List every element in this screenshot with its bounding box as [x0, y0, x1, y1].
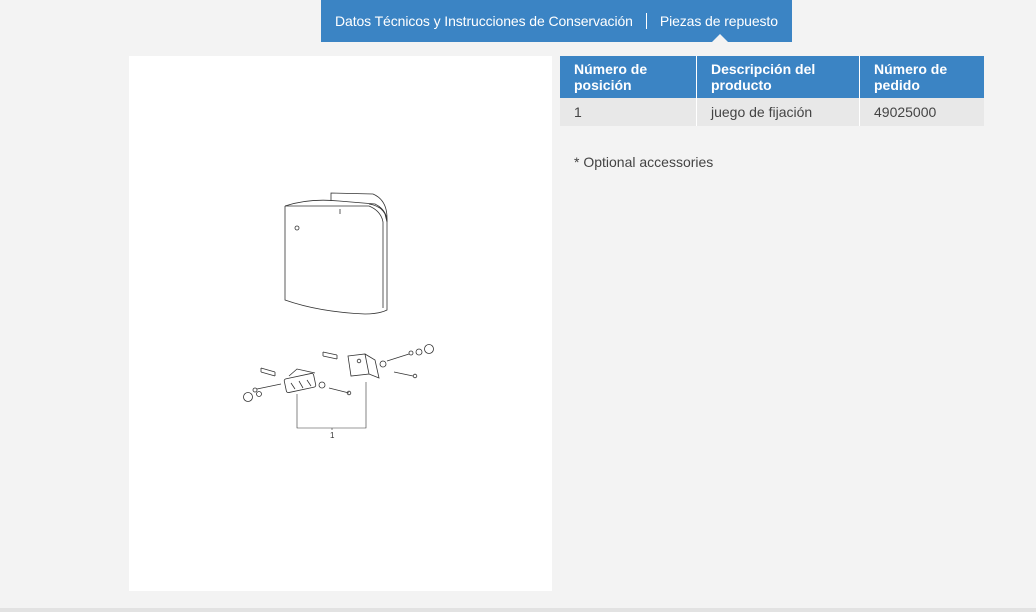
left-washer [256, 391, 262, 397]
column-header-description: Descripción del producto [696, 56, 860, 98]
bottom-divider [0, 608, 1036, 612]
right-bracket [347, 353, 380, 379]
table-header-row: Número de posición Descripción del produ… [560, 56, 984, 98]
spare-parts-image-panel: 1 [129, 56, 552, 591]
middle-washer [318, 381, 326, 389]
spare-parts-table: Número de posición Descripción del produ… [560, 56, 984, 126]
optional-accessories-note: * Optional accessories [574, 154, 714, 170]
pedestal-hole [294, 225, 300, 231]
column-header-order-number: Número de pedido [859, 56, 984, 98]
cell-description: juego de fijación [696, 98, 860, 126]
right-upper-screw [386, 353, 410, 362]
pedestal-body [284, 206, 388, 315]
right-cap [424, 344, 434, 354]
active-tab-indicator [711, 34, 729, 43]
left-screw [256, 383, 282, 390]
cell-position: 1 [560, 98, 697, 126]
pedestal-top-rim [284, 199, 388, 223]
left-dowel [260, 367, 276, 377]
tab-technical-data[interactable]: Datos Técnicos y Instrucciones de Conser… [335, 13, 633, 29]
right-dowel [322, 351, 338, 360]
right-washer [415, 348, 423, 356]
tab-divider [645, 13, 647, 29]
column-header-position: Número de posición [560, 56, 697, 98]
tab-spare-parts[interactable]: Piezas de repuesto [660, 13, 778, 29]
cell-order-number: 49025000 [859, 98, 984, 126]
table-row: 1 juego de fijación 49025000 [560, 98, 984, 126]
callout-number: 1 [330, 431, 335, 440]
exploded-view-drawing: 1 [243, 192, 434, 440]
middle-screw [328, 387, 350, 394]
left-cap [243, 392, 253, 402]
right-lower-screw [393, 371, 414, 377]
